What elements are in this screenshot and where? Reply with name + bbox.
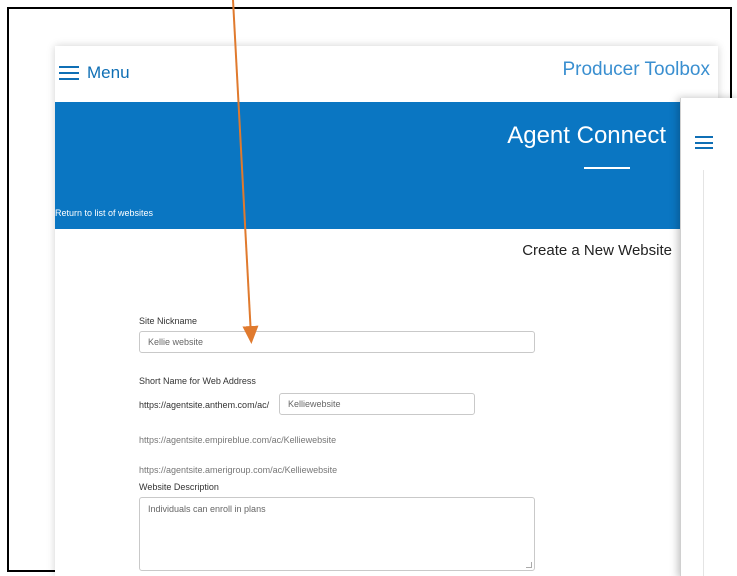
return-to-list-link[interactable]: Return to list of websites [55, 208, 153, 218]
short-name-label: Short Name for Web Address [139, 376, 256, 386]
brand-title: Producer Toolbox [562, 59, 710, 80]
amerigroup-url: https://agentsite.amerigroup.com/ac/Kell… [139, 465, 338, 475]
menu-label: Menu [87, 63, 130, 82]
website-description-textarea[interactable]: Individuals can enroll in plans [139, 497, 535, 571]
site-nickname-label: Site Nickname [139, 316, 198, 326]
banner-underline [584, 167, 630, 169]
second-panel [680, 98, 737, 576]
hamburger-icon[interactable] [695, 136, 713, 149]
description-text: Individuals can enroll in plans [148, 504, 266, 514]
resize-handle-icon[interactable] [526, 562, 532, 568]
top-bar: Menu Producer Toolbox [55, 46, 718, 102]
hamburger-icon [59, 66, 79, 80]
short-name-input[interactable]: Kelliewebsite [279, 393, 475, 415]
banner-title: Agent Connect [507, 122, 666, 149]
main-panel: Menu Producer Toolbox Agent Connect Retu… [55, 46, 718, 576]
menu-button[interactable]: Menu [59, 59, 130, 87]
url-prefix: https://agentsite.anthem.com/ac/ [139, 400, 270, 410]
header-banner: Agent Connect Return to list of websites [55, 102, 718, 229]
page-heading: Create a New Website [522, 242, 672, 259]
site-nickname-input[interactable]: Kellie website [139, 331, 535, 353]
second-panel-content [703, 170, 737, 576]
website-description-label: Website Description [139, 482, 219, 492]
empireblue-url: https://agentsite.empireblue.com/ac/Kell… [139, 435, 337, 445]
